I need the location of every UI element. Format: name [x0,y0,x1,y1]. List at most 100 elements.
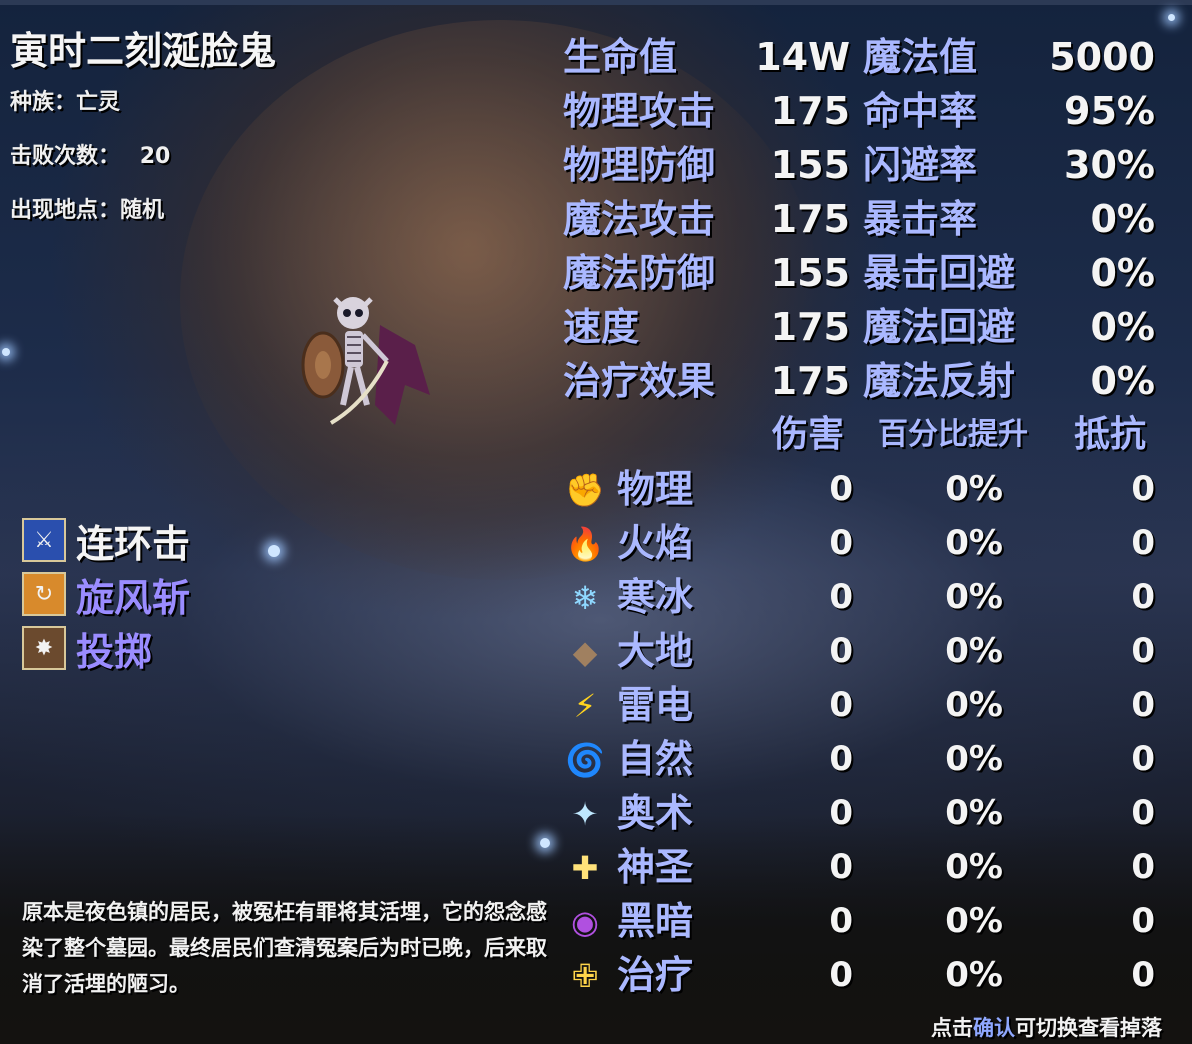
stat-label: 治疗效果 [563,359,716,403]
element-resist: 0 [1131,631,1155,671]
element-damage: 0 [829,577,853,617]
heal-cross-icon: ✙ [571,957,599,995]
element-damage: 0 [829,523,853,563]
element-percent: 0% [945,469,1003,509]
stat-label: 魔法防御 [563,251,716,295]
monster-description: 原本是夜色镇的居民，被冤枉有罪将其活埋，它的怨念感染了整个墓园。最终居民们查清冤… [22,900,547,996]
element-label: 寒冰 [617,575,694,619]
stat-label: 魔法值 [863,35,978,79]
stat-label: 闪避率 [863,143,978,187]
monster-race: 种族：亡灵 [10,90,121,115]
element-damage: 0 [829,631,853,671]
element-percent: 0% [945,523,1003,563]
element-row-holy: ✚ 神圣 0 0% 0 [563,840,1163,894]
stat-label: 暴击回避 [863,251,1016,295]
element-label: 神圣 [617,845,694,889]
rock-icon: ◆ [572,633,598,671]
element-resist: 0 [1131,577,1155,617]
element-resist: 0 [1131,955,1155,995]
star-sparkle [1168,14,1175,21]
skill-label: 连环击 [76,521,191,566]
chain-strike-icon: ⚔ [22,518,66,562]
element-label: 物理 [617,467,694,511]
skill-throw[interactable]: ✸ 投掷 [22,625,152,674]
element-percent: 0% [945,739,1003,779]
stat-value: 5000 [1049,35,1155,79]
stat-label: 命中率 [863,89,978,133]
stat-value: 175 [770,359,850,403]
element-resist: 0 [1131,739,1155,779]
hint-confirm-key: 确认 [973,1016,1015,1040]
monster-name: 寅时二刻涎脸鬼 [10,29,277,73]
element-label: 自然 [617,737,694,781]
element-label: 大地 [617,629,694,673]
element-percent: 0% [945,847,1003,887]
hint-prefix: 点击 [931,1016,973,1040]
element-label: 奥术 [617,791,694,835]
header-percent: 百分比提升 [878,417,1028,452]
element-percent: 0% [945,901,1003,941]
element-row-thunder: ⚡ 雷电 0 0% 0 [563,678,1163,732]
element-label: 雷电 [617,683,694,727]
top-frame-bar [0,0,1192,5]
header-resist: 抵抗 [1074,414,1147,455]
fist-icon: ✊ [565,471,605,509]
skill-label: 投掷 [76,629,153,674]
snowflake-icon: ❄ [571,579,599,617]
stat-value: 0% [1090,305,1155,349]
fire-icon: 🔥 [565,525,605,563]
stat-label: 生命值 [563,35,678,79]
stat-label: 魔法回避 [863,305,1016,349]
element-damage: 0 [829,685,853,725]
element-damage: 0 [829,469,853,509]
element-percent: 0% [945,631,1003,671]
whirlwind-slash-icon: ↻ [22,572,66,616]
monster-location: 出现地点：随机 [10,198,165,223]
arcane-crystal-icon: ✦ [571,795,599,833]
stat-value: 175 [770,197,850,241]
star-sparkle [540,838,550,848]
throw-icon: ✸ [22,626,66,670]
element-row-physical: ✊ 物理 0 0% 0 [563,462,1163,516]
element-row-arcane: ✦ 奥术 0 0% 0 [563,786,1163,840]
stat-label: 物理攻击 [563,89,716,133]
stat-value: 95% [1064,89,1155,133]
stat-value: 14W [755,35,850,79]
skill-label: 旋风斩 [76,575,191,620]
element-percent: 0% [945,685,1003,725]
stat-value: 175 [770,305,850,349]
element-damage: 0 [829,739,853,779]
element-label: 火焰 [617,521,694,565]
defeat-count-label: 击败次数： [10,144,121,169]
stat-value: 155 [770,251,850,295]
stat-value: 0% [1090,251,1155,295]
hint-suffix: 可切换查看掉落 [1015,1016,1162,1040]
skill-chain-strike[interactable]: ⚔ 连环击 [22,517,190,566]
element-damage: 0 [829,793,853,833]
drop-toggle-hint[interactable]: 点击确认可切换查看掉落 [931,1012,1162,1042]
header-damage: 伤害 [772,414,845,455]
defeat-count-line: 击败次数： 20 [10,138,170,170]
element-row-earth: ◆ 大地 0 0% 0 [563,624,1163,678]
element-row-heal: ✙ 治疗 0 0% 0 [563,948,1163,1002]
stat-value: 175 [770,89,850,133]
stat-value: 30% [1064,143,1155,187]
element-percent: 0% [945,793,1003,833]
stat-value: 0% [1090,197,1155,241]
element-resist: 0 [1131,685,1155,725]
element-damage: 0 [829,847,853,887]
stat-label: 魔法反射 [863,359,1016,403]
stat-value: 155 [770,143,850,187]
element-damage: 0 [829,901,853,941]
stat-value: 0% [1090,359,1155,403]
element-resist: 0 [1131,469,1155,509]
dark-vortex-icon: ◉ [571,903,599,941]
stat-label: 暴击率 [863,197,978,241]
element-row-dark: ◉ 黑暗 0 0% 0 [563,894,1163,948]
element-damage: 0 [829,955,853,995]
lightning-icon: ⚡ [573,687,597,725]
element-resist: 0 [1131,847,1155,887]
stat-label: 魔法攻击 [563,197,716,241]
element-percent: 0% [945,955,1003,995]
skill-whirlwind-slash[interactable]: ↻ 旋风斩 [22,571,190,620]
